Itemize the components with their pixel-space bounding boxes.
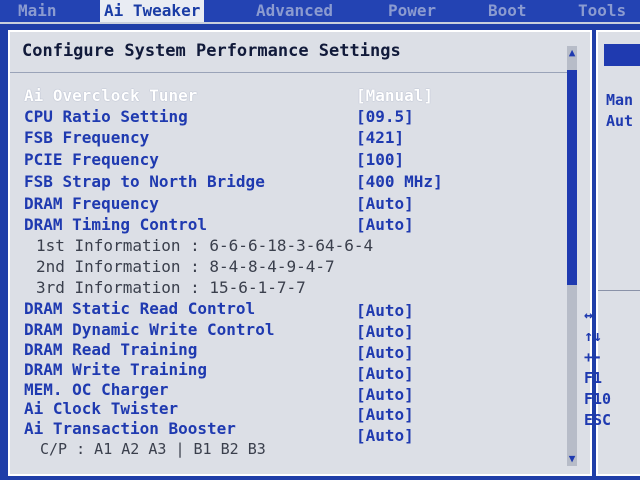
setting-label-dram-write-training[interactable]: DRAM Write Training bbox=[24, 360, 207, 380]
setting-value-dram-read-training[interactable]: [Auto] bbox=[356, 343, 414, 363]
setting-label-dram-frequency[interactable]: DRAM Frequency bbox=[24, 194, 159, 214]
setting-label-pcie-frequency[interactable]: PCIE Frequency bbox=[24, 150, 159, 170]
tab-tools[interactable]: Tools bbox=[578, 0, 626, 22]
help-text-line: Aut bbox=[606, 112, 634, 130]
setting-value-dram-dynamic-write[interactable]: [Auto] bbox=[356, 322, 414, 342]
setting-value-dram-timing-control[interactable]: [Auto] bbox=[356, 215, 414, 235]
setting-label-dram-timing-control[interactable]: DRAM Timing Control bbox=[24, 215, 207, 235]
setting-value-cpu-ratio[interactable]: [09.5] bbox=[356, 107, 414, 127]
key-esc-exit: ESC bbox=[584, 411, 612, 429]
setting-label-ai-overclock-tuner[interactable]: Ai Overclock Tuner bbox=[24, 86, 197, 106]
timing-info-3rd: 3rd Information : 15-6-1-7-7 bbox=[36, 278, 306, 297]
setting-value-mem-oc-charger[interactable]: [Auto] bbox=[356, 385, 414, 405]
setting-value-ai-transaction-booster[interactable]: [Auto] bbox=[356, 426, 414, 446]
title-divider bbox=[10, 72, 570, 73]
key-select-screen-icon: ↔ bbox=[584, 306, 594, 324]
timing-info-2nd: 2nd Information : 8-4-8-4-9-4-7 bbox=[36, 257, 335, 276]
key-f10-save: F10 bbox=[584, 390, 612, 408]
timing-info-label: 2nd Information bbox=[36, 257, 181, 276]
page-title: Configure System Performance Settings bbox=[22, 41, 401, 61]
setting-value-ai-overclock-tuner[interactable]: [Manual] bbox=[356, 86, 433, 106]
timing-info-value: 6-6-6-18-3-64-6-4 bbox=[209, 236, 374, 255]
tab-main[interactable]: Main bbox=[18, 0, 57, 22]
cp-info-line: C/P : A1 A2 A3 | B1 B2 B3 bbox=[40, 440, 266, 458]
tab-advanced[interactable]: Advanced bbox=[256, 0, 333, 22]
help-text-line: Man bbox=[606, 91, 634, 109]
key-select-item-icon: ↑↓ bbox=[584, 327, 603, 345]
key-f1-help: F1 bbox=[584, 369, 603, 387]
setting-value-fsb-frequency[interactable]: [421] bbox=[356, 128, 404, 148]
setting-value-dram-static-read[interactable]: [Auto] bbox=[356, 301, 414, 321]
timing-info-value: 15-6-1-7-7 bbox=[209, 278, 306, 297]
tab-ai-tweaker[interactable]: Ai Tweaker bbox=[100, 0, 205, 22]
setting-label-dram-static-read[interactable]: DRAM Static Read Control bbox=[24, 299, 255, 319]
setting-value-dram-frequency[interactable]: [Auto] bbox=[356, 194, 414, 214]
setting-label-fsb-frequency[interactable]: FSB Frequency bbox=[24, 128, 149, 148]
setting-label-ai-clock-twister[interactable]: Ai Clock Twister bbox=[24, 399, 178, 419]
setting-label-dram-read-training[interactable]: DRAM Read Training bbox=[24, 340, 197, 360]
setting-value-fsb-strap[interactable]: [400 MHz] bbox=[356, 172, 443, 192]
help-panel-header bbox=[604, 44, 640, 66]
key-change-option-icon: +- bbox=[584, 348, 603, 366]
setting-label-dram-dynamic-write[interactable]: DRAM Dynamic Write Control bbox=[24, 320, 274, 340]
tab-power[interactable]: Power bbox=[388, 0, 436, 22]
scroll-up-icon[interactable]: ▲ bbox=[563, 46, 581, 59]
timing-info-value: 8-4-8-4-9-4-7 bbox=[209, 257, 335, 276]
setting-value-dram-write-training[interactable]: [Auto] bbox=[356, 364, 414, 384]
setting-value-pcie-frequency[interactable]: [100] bbox=[356, 150, 404, 170]
tab-boot[interactable]: Boot bbox=[488, 0, 527, 22]
setting-label-mem-oc-charger[interactable]: MEM. OC Charger bbox=[24, 380, 169, 400]
setting-label-cpu-ratio[interactable]: CPU Ratio Setting bbox=[24, 107, 188, 127]
help-divider bbox=[598, 290, 640, 291]
scroll-down-icon[interactable]: ▼ bbox=[563, 452, 581, 465]
timing-info-label: 1st Information bbox=[36, 236, 181, 255]
timing-info-label: 3rd Information bbox=[36, 278, 181, 297]
timing-info-1st: 1st Information : 6-6-6-18-3-64-6-4 bbox=[36, 236, 374, 255]
setting-label-fsb-strap[interactable]: FSB Strap to North Bridge bbox=[24, 172, 265, 192]
setting-value-ai-clock-twister[interactable]: [Auto] bbox=[356, 405, 414, 425]
scrollbar-thumb[interactable] bbox=[567, 70, 577, 285]
setting-label-ai-transaction-booster[interactable]: Ai Transaction Booster bbox=[24, 419, 236, 439]
